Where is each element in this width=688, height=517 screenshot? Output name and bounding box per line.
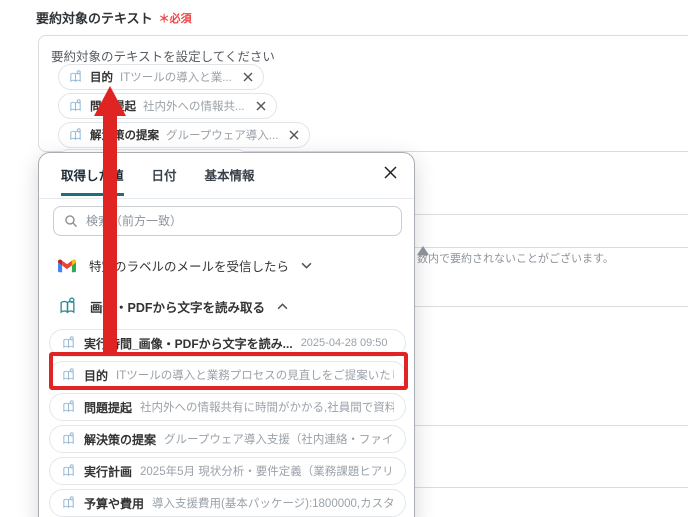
group-label: 画像・PDFから文字を読み取る xyxy=(90,301,266,315)
item-value: 社内外への情報共有に時間がかかる,社員間で資料のバー... xyxy=(140,402,394,414)
field-label: 要約対象のテキスト xyxy=(36,11,153,26)
screen: 要約対象のテキスト ＊必須 要約対象のテキストを設定してください 目的 ITツー… xyxy=(0,0,688,517)
item-name: 実行計画 xyxy=(84,464,133,479)
item-value: ITツールの導入と業務プロセスの見直しをご提案いたします。 xyxy=(116,370,394,382)
item-name: 目的 xyxy=(84,368,109,383)
open-book-icon xyxy=(61,496,76,510)
field-label-row: 要約対象のテキスト ＊必須 xyxy=(36,8,192,27)
search-input[interactable] xyxy=(86,214,391,228)
tab-date[interactable]: 日付 xyxy=(152,165,177,196)
group-gmail-trigger[interactable]: 特定のラベルのメールを受信したら xyxy=(57,256,312,275)
background-helper-text: 数内で要約されないことがございます。 xyxy=(417,253,614,265)
open-book-icon xyxy=(68,99,83,113)
item-name: 予算や費用 xyxy=(84,496,145,511)
tab-acquired-values[interactable]: 取得した値 xyxy=(61,165,124,196)
chip-name: 解決策の提案 xyxy=(90,130,159,142)
chip-name: 目的 xyxy=(90,72,113,84)
value-picker-modal: 取得した値 日付 基本情報 検索（前方一致） 特定のラベルのメールを受信したら … xyxy=(38,152,415,517)
list-item-problem[interactable]: 問題提起 社内外への情報共有に時間がかかる,社員間で資料のバー... xyxy=(49,393,406,421)
tabs-divider xyxy=(39,198,414,199)
chevron-down-icon[interactable] xyxy=(301,262,312,269)
list-item-exec-time[interactable]: 実行時間_画像・PDFから文字を読み... 2025-04-28 09:50 xyxy=(49,329,406,357)
item-name: 解決策の提案 xyxy=(84,432,157,447)
summary-target-input-area[interactable]: 要約対象のテキストを設定してください 目的 ITツールの導入と業... 問題提起… xyxy=(38,35,688,171)
open-book-icon xyxy=(61,400,76,414)
chip-problem[interactable]: 問題提起 社内外への情報共... xyxy=(58,93,277,119)
open-book-icon xyxy=(61,336,76,350)
search-icon xyxy=(64,214,78,228)
gmail-icon xyxy=(57,258,77,273)
open-book-icon xyxy=(68,70,83,84)
close-icon[interactable] xyxy=(383,165,398,180)
chip-name: 問題提起 xyxy=(90,101,136,113)
chevron-up-icon[interactable] xyxy=(277,303,288,310)
list-item-budget[interactable]: 予算や費用 導入支援費用(基本パッケージ):1800000,カスタマイズ... xyxy=(49,489,406,517)
group-ocr[interactable]: 画像・PDFから文字を読み取る xyxy=(57,297,288,316)
open-book-icon xyxy=(61,432,76,446)
chip-value: グループウェア導入... xyxy=(166,130,279,142)
required-badge: ＊必須 xyxy=(158,12,192,25)
tab-basic-info[interactable]: 基本情報 xyxy=(205,165,255,196)
input-placeholder: 要約対象のテキストを設定してください xyxy=(51,50,275,64)
group-label: 特定のラベルのメールを受信したら xyxy=(89,260,290,274)
open-book-icon xyxy=(61,368,76,382)
list-item-plan[interactable]: 実行計画 2025年5月 現状分析・要件定義（業務課題ヒアリング・... xyxy=(49,457,406,485)
remove-chip-icon[interactable] xyxy=(289,130,299,140)
chip-value: 社内外への情報共... xyxy=(143,101,245,113)
list-item-solution[interactable]: 解決策の提案 グループウェア導入支援（社内連絡・ファイル共有... xyxy=(49,425,406,453)
remove-chip-icon[interactable] xyxy=(243,72,253,82)
chip-value: ITツールの導入と業... xyxy=(120,72,232,84)
remove-chip-icon[interactable] xyxy=(256,101,266,111)
open-book-icon xyxy=(57,297,78,316)
open-book-icon xyxy=(61,464,76,478)
item-value: グループウェア導入支援（社内連絡・ファイル共有... xyxy=(164,434,394,446)
item-name: 実行時間_画像・PDFから文字を読み... xyxy=(84,336,293,351)
list-item-purpose[interactable]: 目的 ITツールの導入と業務プロセスの見直しをご提案いたします。 xyxy=(49,361,406,389)
item-value: 2025年5月 現状分析・要件定義（業務課題ヒアリング・... xyxy=(140,466,394,478)
item-timestamp: 2025-04-28 09:50 xyxy=(300,337,388,349)
open-book-icon xyxy=(68,128,83,142)
modal-tabs: 取得した値 日付 基本情報 xyxy=(61,165,255,196)
item-value: 導入支援費用(基本パッケージ):1800000,カスタマイズ... xyxy=(152,498,394,510)
chip-solution[interactable]: 解決策の提案 グループウェア導入... xyxy=(58,122,311,148)
scroll-up-icon[interactable] xyxy=(417,246,429,255)
chip-purpose[interactable]: 目的 ITツールの導入と業... xyxy=(58,64,264,90)
search-box[interactable] xyxy=(53,206,402,236)
item-name: 問題提起 xyxy=(84,400,133,415)
